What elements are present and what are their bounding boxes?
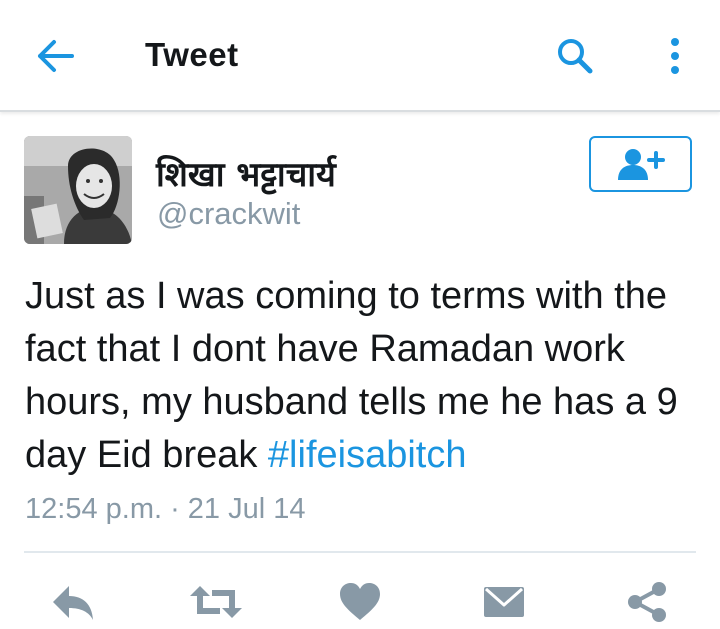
author-display-name[interactable]: शिखा भट्टाचार्य: [156, 150, 336, 196]
author-handle[interactable]: @crackwit: [157, 196, 300, 232]
back-button[interactable]: [32, 34, 80, 78]
share-button[interactable]: [619, 578, 675, 626]
page-title: Tweet: [145, 36, 239, 73]
hashtag-link[interactable]: #lifeisabitch: [268, 434, 467, 476]
search-button[interactable]: [550, 33, 600, 79]
reply-icon: [53, 586, 93, 620]
search-icon: [558, 39, 593, 74]
avatar-photo: [24, 136, 132, 244]
envelope-icon: [484, 587, 524, 617]
follow-button[interactable]: [589, 136, 692, 192]
like-button[interactable]: [332, 578, 388, 626]
divider: [24, 551, 696, 553]
more-options-button[interactable]: [655, 33, 695, 79]
more-vertical-icon: [671, 38, 679, 74]
retweet-icon: [190, 586, 242, 618]
share-icon: [628, 582, 666, 622]
direct-message-button[interactable]: [476, 578, 532, 626]
tweet-text: Just as I was coming to terms with the f…: [25, 270, 705, 482]
follow-user-icon: [617, 149, 665, 180]
heart-icon: [340, 583, 380, 620]
reply-button[interactable]: [45, 578, 101, 626]
avatar[interactable]: [24, 136, 132, 244]
arrow-left-icon: [38, 40, 74, 72]
tweet-timestamp: 12:54 p.m. · 21 Jul 14: [25, 493, 306, 525]
retweet-button[interactable]: [188, 578, 244, 626]
top-app-bar: Tweet: [0, 0, 720, 112]
